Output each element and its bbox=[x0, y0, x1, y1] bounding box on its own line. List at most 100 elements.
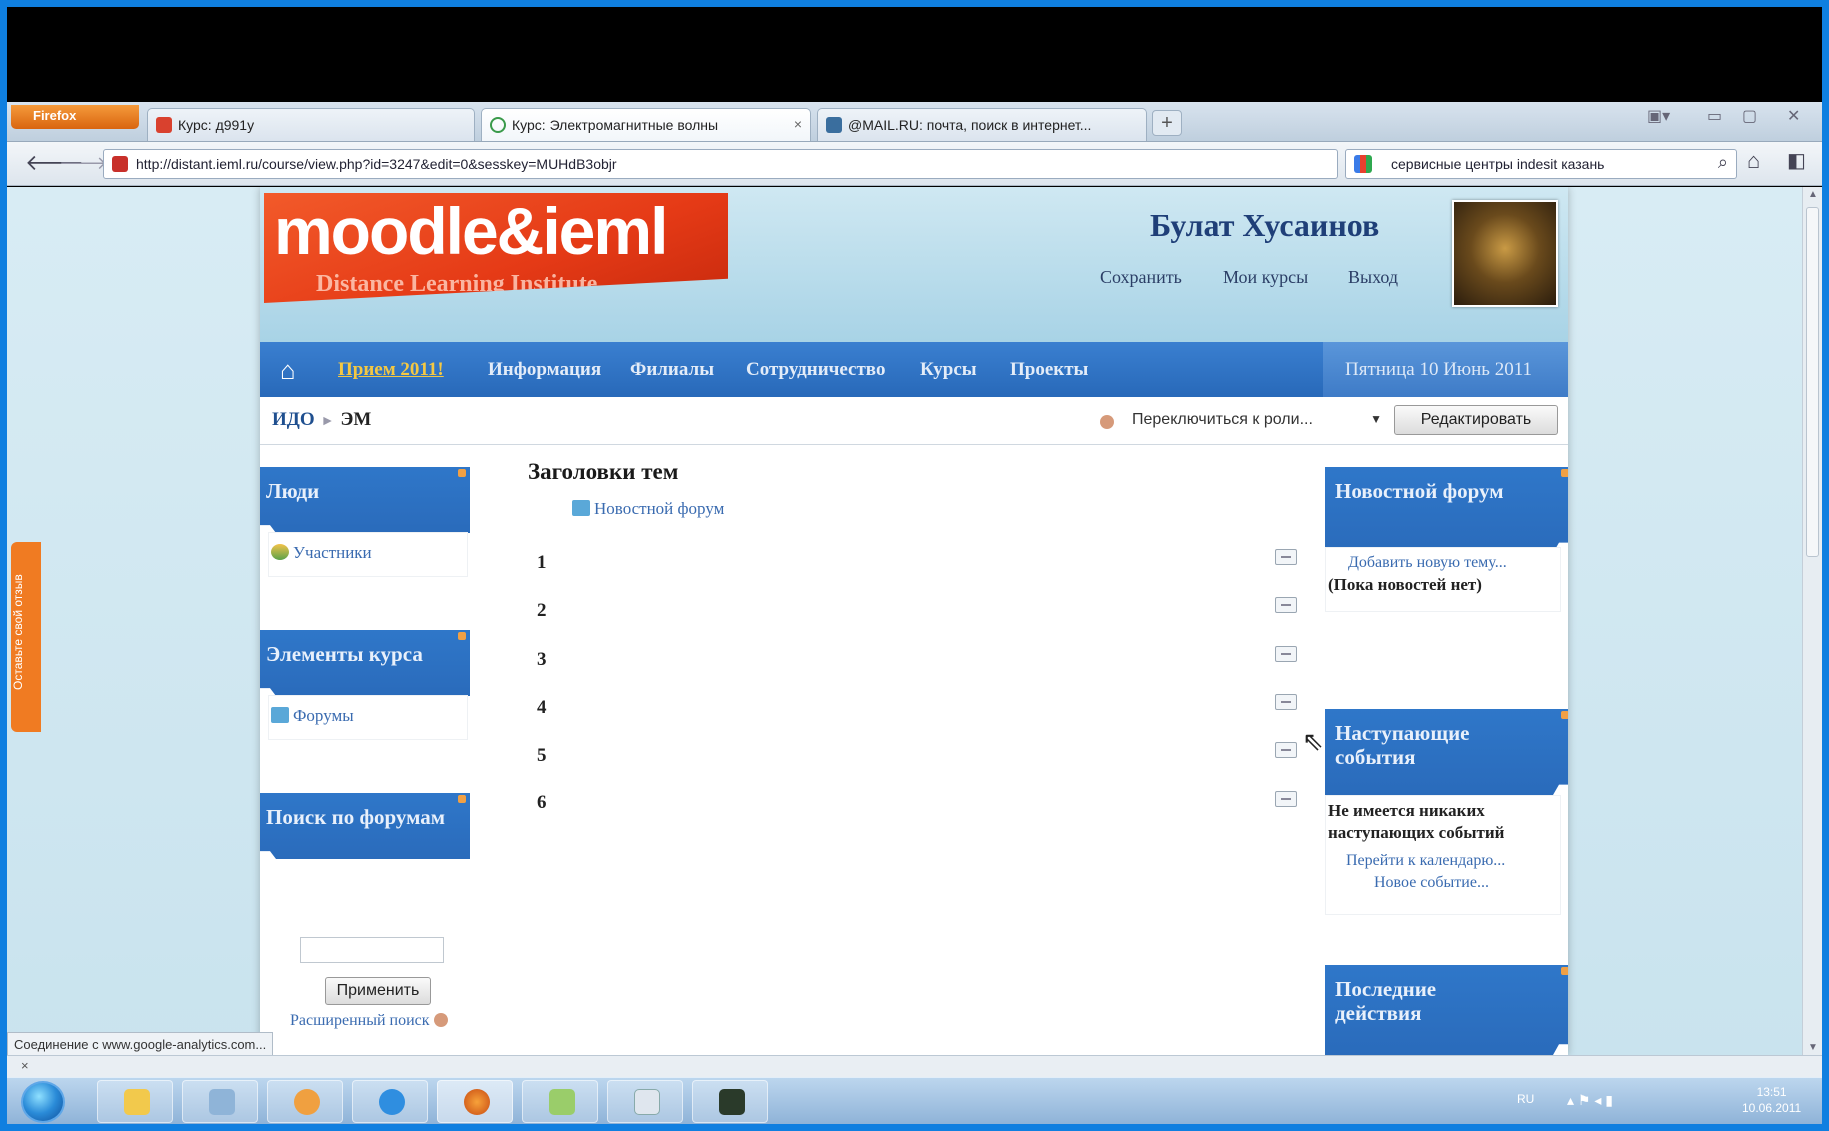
block-news-header[interactable]: Новостной форум bbox=[1325, 467, 1568, 553]
menu-item-info[interactable]: Информация bbox=[488, 359, 601, 381]
user-name[interactable]: Булат Хусаинов bbox=[1150, 207, 1379, 244]
home-icon[interactable]: ⌂ bbox=[1747, 148, 1760, 174]
forums-link[interactable]: Форумы bbox=[271, 706, 354, 726]
block-toggle-icon[interactable] bbox=[458, 469, 466, 477]
new-event-link[interactable]: Новое событие... bbox=[1374, 874, 1489, 892]
mail-favicon-icon bbox=[826, 117, 842, 133]
advanced-search-link[interactable]: Расширенный поиск bbox=[290, 1012, 452, 1030]
moodle-page: moodle&ieml Distance Learning Institute … bbox=[260, 187, 1568, 1055]
browser-nav-bar: 🡐 🡒 http://distant.ieml.ru/course/view.p… bbox=[7, 142, 1822, 186]
block-toggle-icon[interactable] bbox=[458, 632, 466, 640]
start-button[interactable] bbox=[21, 1081, 65, 1123]
window-close-icon[interactable]: ✕ bbox=[1787, 106, 1800, 125]
menu-item-admission[interactable]: Прием 2011! bbox=[338, 359, 444, 381]
addons-icon[interactable]: ◧ bbox=[1787, 148, 1806, 173]
collapse-icon[interactable] bbox=[1275, 597, 1297, 613]
collapse-icon[interactable] bbox=[1275, 742, 1297, 758]
scroll-up-icon[interactable]: ▲ bbox=[1808, 189, 1818, 200]
close-addon-bar-icon[interactable]: × bbox=[21, 1058, 29, 1073]
window-list-icon[interactable]: ▣▾ bbox=[1647, 106, 1670, 125]
collapse-icon[interactable] bbox=[1275, 791, 1297, 807]
forum-icon bbox=[572, 500, 590, 516]
collapse-icon[interactable] bbox=[1275, 549, 1297, 565]
no-news-text: (Пока новостей нет) bbox=[1328, 575, 1482, 594]
home-icon[interactable]: ⌂ bbox=[280, 356, 296, 386]
header-link-logout[interactable]: Выход bbox=[1348, 267, 1398, 288]
block-toggle-icon[interactable] bbox=[1561, 711, 1568, 719]
system-clock[interactable]: 13:51 10.06.2011 bbox=[1742, 1084, 1801, 1116]
site-logo[interactable]: moodle&ieml Distance Learning Institute bbox=[264, 193, 728, 303]
help-icon[interactable] bbox=[433, 1013, 448, 1027]
taskbar-firefox[interactable] bbox=[437, 1080, 513, 1123]
block-forum-search-header[interactable]: Поиск по форумам bbox=[260, 793, 470, 859]
block-people-header[interactable]: Люди bbox=[260, 467, 470, 533]
forum-search-input[interactable] bbox=[300, 937, 444, 963]
minimize-icon[interactable]: ▭ bbox=[1707, 106, 1722, 125]
page-scrollbar[interactable]: ▲ ▼ bbox=[1802, 187, 1822, 1055]
block-events-header[interactable]: Наступающие события bbox=[1325, 709, 1568, 795]
firefox-menu-button[interactable]: Firefox bbox=[11, 105, 139, 129]
block-toggle-icon[interactable] bbox=[458, 795, 466, 803]
clock-date: 10.06.2011 bbox=[1742, 1101, 1802, 1115]
header-link-save[interactable]: Сохранить bbox=[1100, 267, 1182, 288]
media-player-icon bbox=[294, 1089, 320, 1115]
taskbar-explorer[interactable] bbox=[97, 1080, 173, 1123]
url-input[interactable]: http://distant.ieml.ru/course/view.php?i… bbox=[103, 149, 1428, 179]
participants-link[interactable]: Участники bbox=[271, 543, 372, 563]
header-link-my-courses[interactable]: Мои курсы bbox=[1223, 267, 1308, 288]
news-forum-link[interactable]: Новостной форум bbox=[572, 499, 724, 519]
block-events-body: Не имеется никаких наступающих событий П… bbox=[1325, 795, 1561, 915]
chevron-down-icon: ▼ bbox=[1370, 412, 1382, 426]
taskbar-app-2[interactable] bbox=[182, 1080, 258, 1123]
scrollbar-thumb[interactable] bbox=[1806, 207, 1819, 557]
menu-item-branches[interactable]: Филиалы bbox=[630, 359, 714, 381]
maximize-icon[interactable]: ▢ bbox=[1742, 106, 1757, 125]
help-icon[interactable] bbox=[1100, 415, 1114, 429]
edit-button[interactable]: Редактировать bbox=[1394, 405, 1558, 435]
news-forum-label: Новостной форум bbox=[594, 499, 725, 518]
screen-frame: Firefox Курс: д991у Курс: Электромагнитн… bbox=[7, 7, 1822, 1124]
add-topic-link[interactable]: Добавить новую тему... bbox=[1348, 554, 1507, 572]
apply-button[interactable]: Применить bbox=[325, 977, 431, 1005]
internet-explorer-icon bbox=[379, 1089, 405, 1115]
user-avatar[interactable] bbox=[1452, 200, 1558, 307]
block-course-elements-header[interactable]: Элементы курса bbox=[260, 630, 470, 696]
taskbar-media[interactable] bbox=[267, 1080, 343, 1123]
firefox-icon bbox=[464, 1089, 490, 1115]
block-recent-header[interactable]: Последние действия bbox=[1325, 965, 1568, 1055]
tab-close-icon[interactable]: × bbox=[794, 116, 802, 132]
taskbar-ie[interactable] bbox=[352, 1080, 428, 1123]
block-course-elements-body: Форумы bbox=[268, 695, 468, 740]
calendar-link[interactable]: Перейти к календарю... bbox=[1346, 852, 1505, 870]
breadcrumb-root[interactable]: ИДО bbox=[272, 409, 315, 430]
search-engine-icon[interactable] bbox=[1354, 155, 1372, 173]
block-toggle-icon[interactable] bbox=[1561, 967, 1568, 975]
tab-course-d991y[interactable]: Курс: д991у bbox=[147, 108, 475, 141]
tray-icons[interactable]: ▴ ⚑ ◂ ▮ bbox=[1567, 1092, 1613, 1109]
search-input[interactable]: сервисные центры indesit казань ⌕ bbox=[1345, 149, 1737, 179]
tab-course-em-waves[interactable]: Курс: Электромагнитные волны × bbox=[481, 108, 811, 141]
logo-title: moodle&ieml bbox=[274, 194, 668, 268]
taskbar-app-7[interactable] bbox=[607, 1080, 683, 1123]
block-toggle-icon[interactable] bbox=[1561, 469, 1568, 477]
collapse-icon[interactable] bbox=[1275, 646, 1297, 662]
feedback-tab[interactable]: Оставьте свой отзыв bbox=[11, 542, 41, 732]
tab-mail-ru[interactable]: @MAIL.RU: почта, поиск в интернет... bbox=[817, 108, 1147, 141]
role-switch-select[interactable]: Переключиться к роли... ▼ bbox=[1126, 406, 1386, 436]
new-tab-button[interactable]: + bbox=[1152, 110, 1182, 136]
language-indicator[interactable]: RU bbox=[1517, 1092, 1534, 1106]
forum-icon bbox=[271, 707, 289, 723]
menu-item-courses[interactable]: Курсы bbox=[920, 359, 977, 381]
mouse-cursor-icon: ⇖ bbox=[1302, 727, 1324, 756]
loading-icon bbox=[490, 117, 506, 133]
menu-item-cooperation[interactable]: Сотрудничество bbox=[746, 359, 885, 381]
block-title: Последние действия bbox=[1335, 977, 1437, 1025]
taskbar-recorder[interactable] bbox=[692, 1080, 768, 1123]
forward-icon[interactable]: 🡒 bbox=[59, 153, 107, 174]
scroll-down-icon[interactable]: ▼ bbox=[1808, 1042, 1818, 1053]
taskbar-app-6[interactable] bbox=[522, 1080, 598, 1123]
forums-label: Форумы bbox=[293, 706, 354, 725]
search-icon[interactable]: ⌕ bbox=[1718, 152, 1728, 173]
menu-item-projects[interactable]: Проекты bbox=[1010, 359, 1088, 381]
collapse-icon[interactable] bbox=[1275, 694, 1297, 710]
